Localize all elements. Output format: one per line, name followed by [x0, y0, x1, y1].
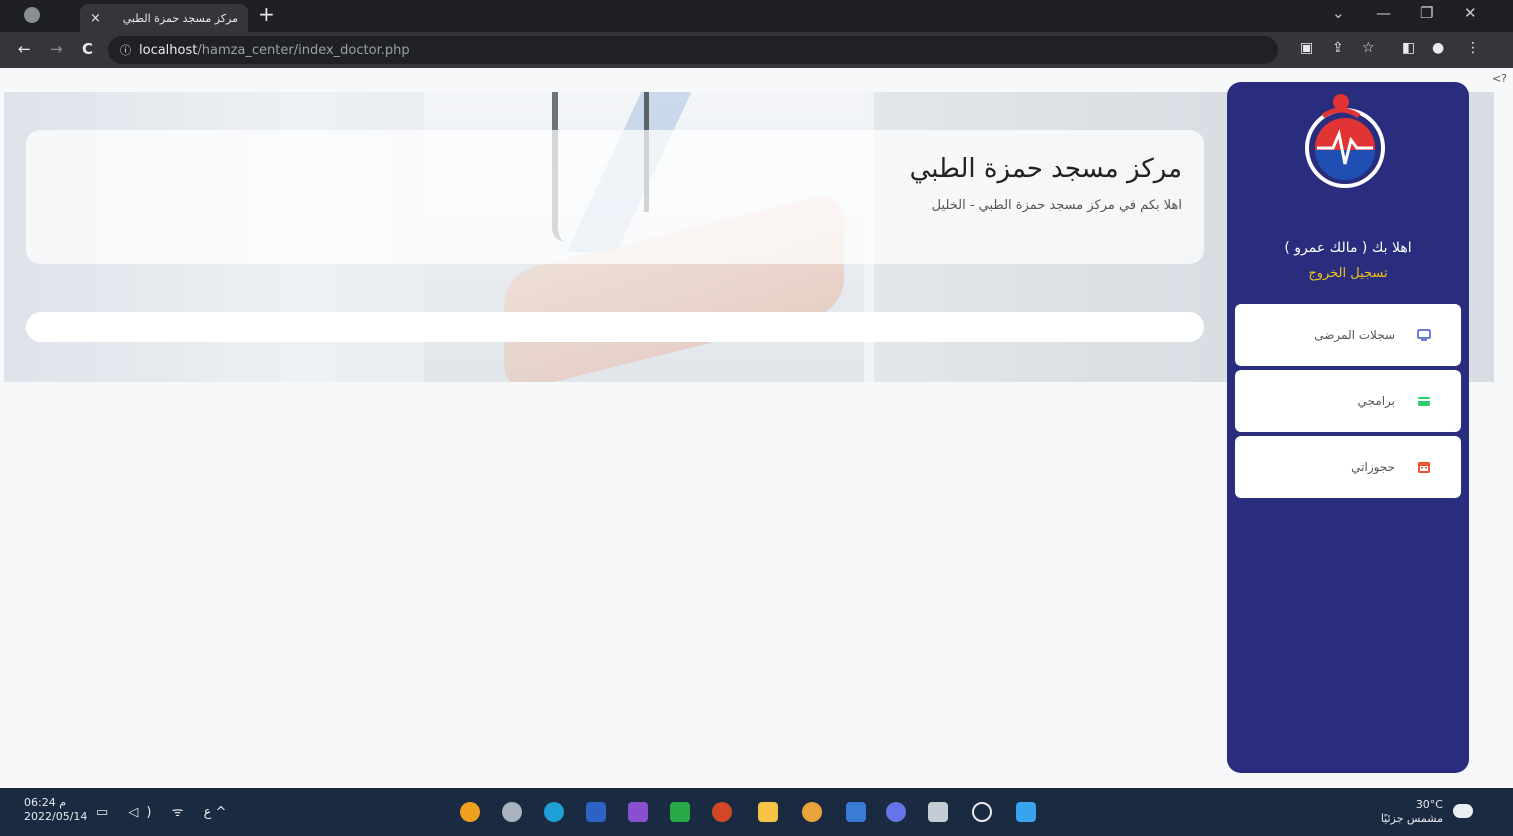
- stray-text: <?: [1491, 72, 1507, 85]
- medical-center-logo: [1305, 94, 1385, 188]
- tab-title: مركز مسجد حمزة الطبي: [122, 11, 238, 25]
- edge-icon[interactable]: [544, 802, 564, 822]
- sidepanel-icon[interactable]: ◧: [1402, 40, 1415, 56]
- translate-icon[interactable]: ▣: [1300, 40, 1313, 56]
- browser-tab[interactable]: مركز مسجد حمزة الطبي ×: [80, 4, 248, 32]
- profile-icon[interactable]: ●: [1432, 40, 1444, 56]
- powerpoint-icon[interactable]: [712, 802, 732, 822]
- weather-temperature: 30°C: [1415, 798, 1443, 811]
- browser-profile-icon[interactable]: [24, 7, 40, 23]
- store-icon[interactable]: [846, 802, 866, 822]
- minimize-button[interactable]: —: [1376, 4, 1391, 22]
- star-icon[interactable]: ☆: [1362, 40, 1375, 56]
- sidebar-item-my-programs[interactable]: برامجي: [1235, 370, 1461, 432]
- start-icon[interactable]: [1016, 802, 1036, 822]
- tab-search-icon[interactable]: ⌄: [1332, 4, 1345, 22]
- clock-date: 2022/05/14: [24, 810, 88, 823]
- close-window-button[interactable]: ✕: [1464, 4, 1477, 22]
- back-button[interactable]: ←: [18, 40, 31, 58]
- url-host: localhost: [139, 42, 198, 58]
- welcome-card: مركز مسجد حمزة الطبي اهلا بكم في مركز مس…: [26, 130, 1204, 264]
- sidebar: اهلا بك ( مالك عمرو ) تسجيل الخروج سجلات…: [1227, 82, 1469, 773]
- visual-studio-icon[interactable]: [628, 802, 648, 822]
- empty-bar: [26, 312, 1204, 342]
- tab-close-icon[interactable]: ×: [90, 11, 101, 26]
- calendar-icon: [1418, 462, 1430, 473]
- cloud-icon: [1453, 804, 1473, 818]
- menu-icon[interactable]: ⋮: [1466, 40, 1480, 56]
- qc-icon[interactable]: [670, 802, 690, 822]
- vpn-icon[interactable]: [460, 802, 480, 822]
- sidebar-item-label: سجلات المرضى: [1314, 328, 1395, 342]
- network-icon[interactable]: [502, 802, 522, 822]
- welcome-user: اهلا بك ( مالك عمرو ): [1284, 240, 1412, 256]
- weather-widget[interactable]: 30°C مشمس جزئيًا: [1381, 798, 1443, 826]
- share-icon[interactable]: ⇪: [1332, 40, 1344, 56]
- clock-time: 06:24 م: [24, 796, 67, 809]
- weather-condition: مشمس جزئيًا: [1380, 812, 1443, 825]
- chrome-icon[interactable]: [802, 802, 822, 822]
- sidebar-item-label: حجوزاتي: [1351, 460, 1395, 474]
- clock[interactable]: 06:24 م 2022/05/14: [24, 796, 87, 824]
- browser-tab-bar: مركز مسجد حمزة الطبي × + ⌄ — ❐ ✕: [0, 0, 1513, 32]
- maximize-button[interactable]: ❐: [1420, 4, 1433, 22]
- sidebar-item-label: برامجي: [1357, 394, 1395, 408]
- new-tab-button[interactable]: +: [258, 4, 275, 24]
- logout-link[interactable]: تسجيل الخروج: [1227, 266, 1469, 281]
- windows-taskbar: 06:24 م 2022/05/14 ▭ ◁) ᯤ ع ^ 30°C مشمس …: [0, 788, 1513, 836]
- browser-toolbar: ← → C ⓘ localhost /hamza_center/index_do…: [0, 32, 1513, 68]
- folder-icon[interactable]: [758, 802, 778, 822]
- page-subtitle: اهلا بكم في مركز مسجد حمزة الطبي - الخلي…: [931, 198, 1182, 213]
- sidebar-item-patient-records[interactable]: سجلات المرضى: [1235, 304, 1461, 366]
- sidebar-item-my-bookings[interactable]: حجوزاتي: [1235, 436, 1461, 498]
- forward-button[interactable]: →: [50, 40, 63, 58]
- card-icon: [1418, 397, 1430, 406]
- site-info-icon[interactable]: ⓘ: [120, 42, 131, 58]
- word-icon[interactable]: [586, 802, 606, 822]
- url-path: /hamza_center/index_doctor.php: [197, 42, 410, 58]
- search-icon[interactable]: [972, 802, 992, 822]
- monitor-icon: [1417, 329, 1431, 341]
- window-icon[interactable]: [928, 802, 948, 822]
- reload-button[interactable]: C: [82, 40, 93, 58]
- system-tray[interactable]: ▭ ◁) ᯤ ع ^: [96, 802, 226, 820]
- chat-icon[interactable]: [886, 802, 906, 822]
- page-title: مركز مسجد حمزة الطبي: [909, 154, 1182, 184]
- address-bar[interactable]: ⓘ localhost /hamza_center/index_doctor.p…: [108, 36, 1278, 64]
- page-content: <? مركز مسجد حمزة الطبي اهلا بكم في مركز…: [0, 68, 1513, 788]
